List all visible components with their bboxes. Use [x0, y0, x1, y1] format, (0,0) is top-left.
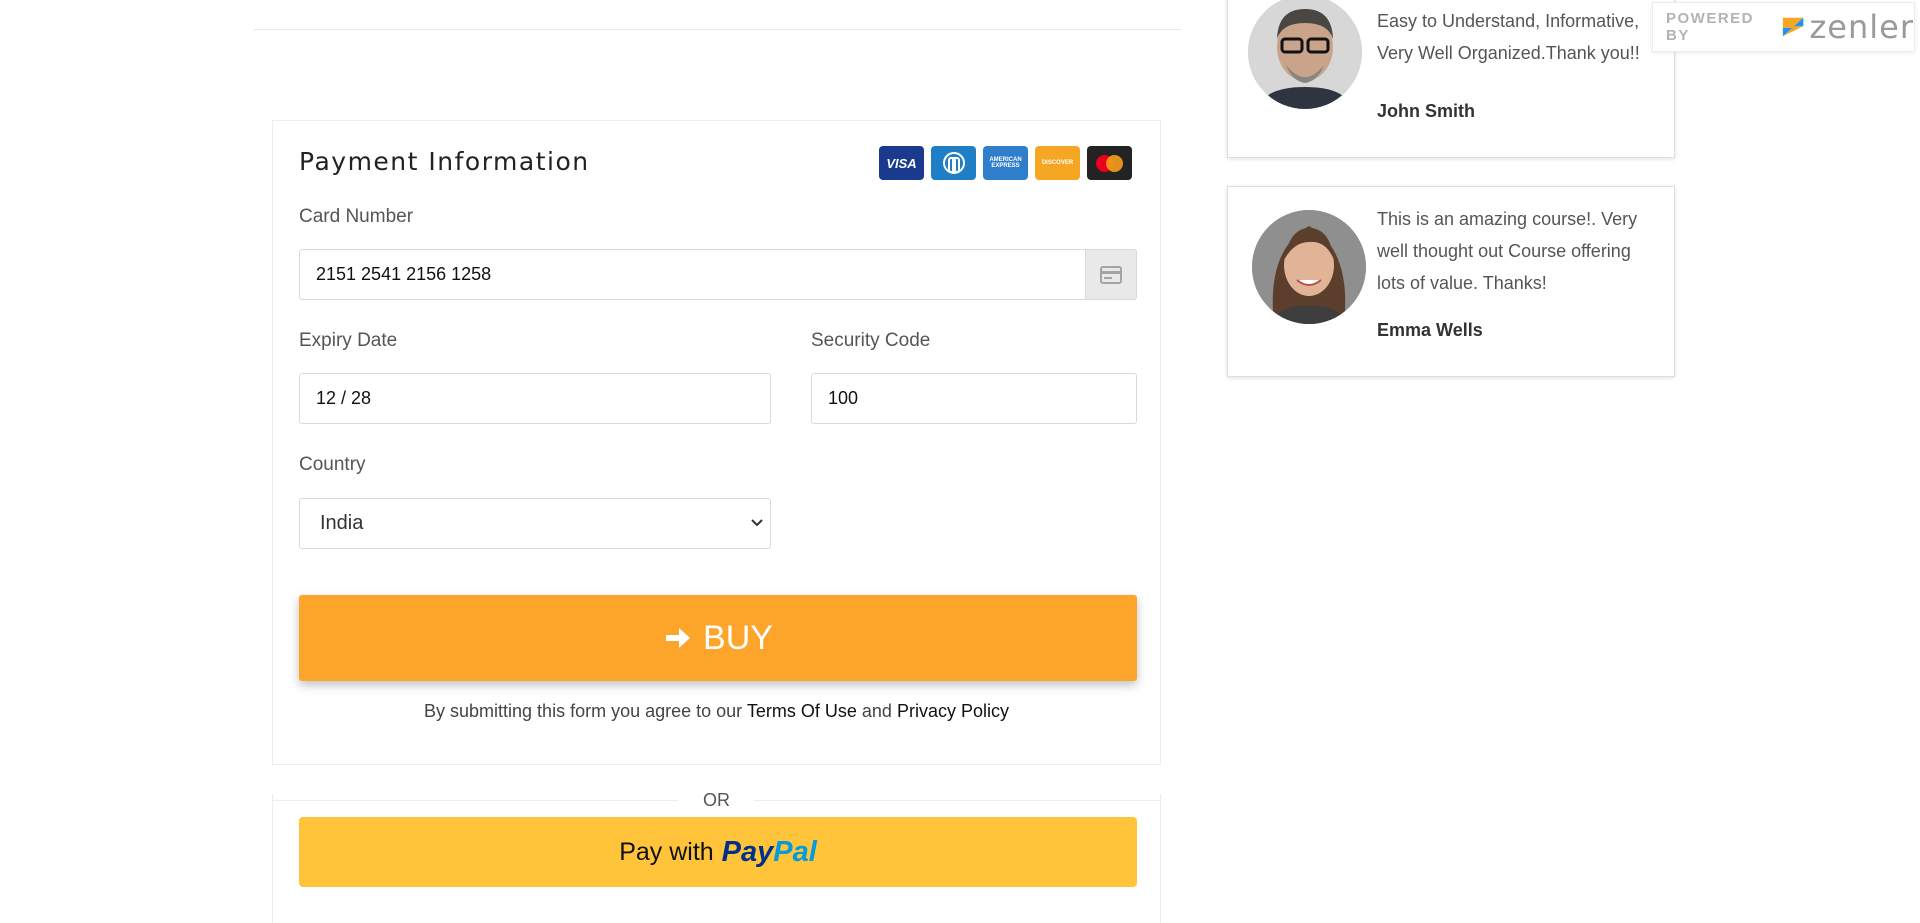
american-express-card-icon: AMERICAN EXPRESS [983, 146, 1028, 180]
country-select-value: India [320, 512, 364, 534]
accepted-cards: VISA AMERICAN EXPRESS DISCOVER [879, 146, 1132, 180]
discover-card-icon: DISCOVER [1035, 146, 1080, 180]
chevron-down-icon [751, 519, 763, 527]
buy-button-label: BUY [703, 618, 773, 657]
expiry-date-input[interactable]: 12 / 28 [299, 373, 771, 424]
card-number-label: Card Number [299, 206, 414, 227]
card-number-input[interactable]: 2151 2541 2156 1258 [299, 249, 1086, 300]
powered-by-badge[interactable]: POWERED BY zenler [1652, 2, 1915, 52]
testimonial-author: Emma Wells [1377, 320, 1483, 340]
country-label: Country [299, 454, 366, 475]
visa-card-icon: VISA [879, 146, 924, 180]
country-select[interactable]: India [299, 498, 771, 549]
testimonial-quote: This is an amazing course!. Very well th… [1377, 209, 1638, 293]
buy-button[interactable]: BUY [299, 595, 1137, 681]
testimonial-quote: Highly Recommended Course. Easy to Under… [1377, 11, 1640, 63]
paypal-section: Pay with Pay Pal [272, 794, 1161, 923]
expiry-date-label: Expiry Date [299, 330, 398, 351]
section-divider [254, 29, 1181, 30]
paypal-button[interactable]: Pay with Pay Pal [299, 817, 1137, 887]
credit-card-icon [1085, 249, 1137, 300]
arrow-right-icon [666, 628, 691, 648]
avatar [1248, 0, 1362, 109]
paypal-prefix: Pay with [619, 837, 714, 866]
payment-title: Payment Information [299, 147, 590, 176]
security-code-label: Security Code [811, 330, 931, 351]
testimonial-card: This is an amazing course!. Very well th… [1227, 186, 1675, 377]
privacy-policy-link[interactable]: Privacy Policy [897, 701, 1009, 721]
diners-club-card-icon [931, 146, 976, 180]
zenler-logo-icon [1783, 17, 1804, 37]
payment-form: Payment Information VISA AMERICAN EXPRES… [272, 120, 1161, 765]
zenler-brand: zenler [1809, 8, 1914, 46]
avatar [1252, 210, 1366, 324]
security-code-input[interactable]: 100 [811, 373, 1137, 424]
paypal-logo: Pay [721, 835, 774, 868]
mastercard-card-icon [1087, 146, 1132, 180]
powered-by-label: POWERED BY [1666, 10, 1755, 44]
testimonial-author: John Smith [1377, 101, 1475, 121]
terms-of-use-link[interactable]: Terms Of Use [747, 701, 857, 721]
testimonial-card: Highly Recommended Course. Easy to Under… [1227, 0, 1675, 158]
terms-notice: By submitting this form you agree to our… [424, 701, 1009, 721]
